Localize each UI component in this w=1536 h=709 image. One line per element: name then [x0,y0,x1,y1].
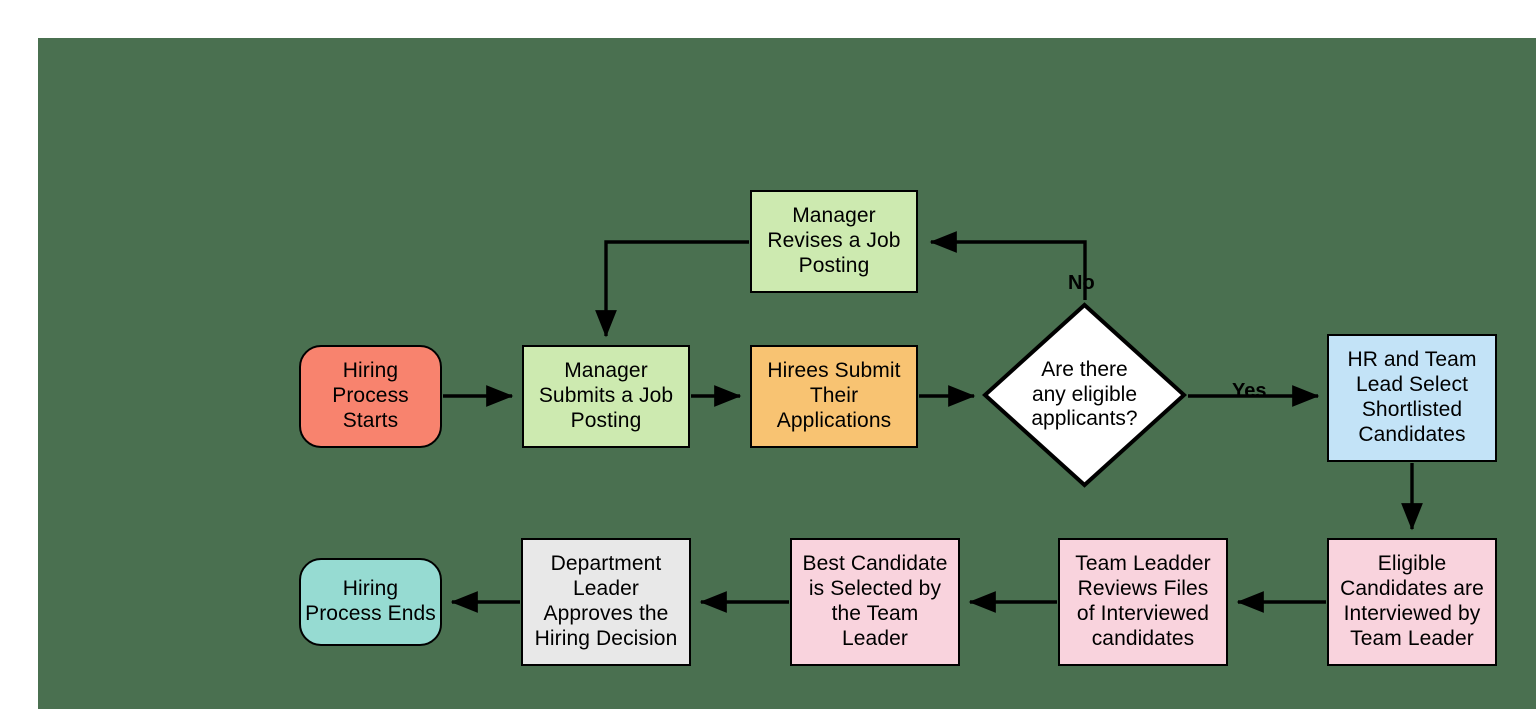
node-department-leader-approves[interactable]: Department Leader Approves the Hiring De… [521,538,691,666]
node-hirees-submit-applications[interactable]: Hirees Submit Their Applications [750,345,918,448]
node-eligible-applicants-decision[interactable]: Are there any eligible applicants? [982,302,1187,488]
node-manager-submits-job-posting[interactable]: Manager Submits a Job Posting [522,345,690,448]
edge-revise-to-submit [595,240,749,338]
node-manager-revises-job-posting[interactable]: Manager Revises a Job Posting [750,190,918,293]
edge-label-no: No [1068,272,1095,294]
node-hiring-process-starts[interactable]: Hiring Process Starts [299,345,442,448]
flowchart-canvas: Hiring Process Starts Manager Submits a … [0,0,1536,709]
node-team-leader-reviews-files[interactable]: Team Leadder Reviews Files of Interviewe… [1058,538,1228,666]
node-hr-team-lead-shortlist[interactable]: HR and Team Lead Select Shortlisted Cand… [1327,334,1497,462]
edge-decision-no-to-revise [929,231,1087,300]
node-hiring-process-ends[interactable]: Hiring Process Ends [299,558,442,646]
node-best-candidate-selected[interactable]: Best Candidate is Selected by the Team L… [790,538,960,666]
decision-label: Are there any eligible applicants? [1031,357,1138,431]
edge-label-yes: Yes [1232,380,1267,402]
node-eligible-candidates-interviewed[interactable]: Eligible Candidates are Interviewed by T… [1327,538,1497,666]
